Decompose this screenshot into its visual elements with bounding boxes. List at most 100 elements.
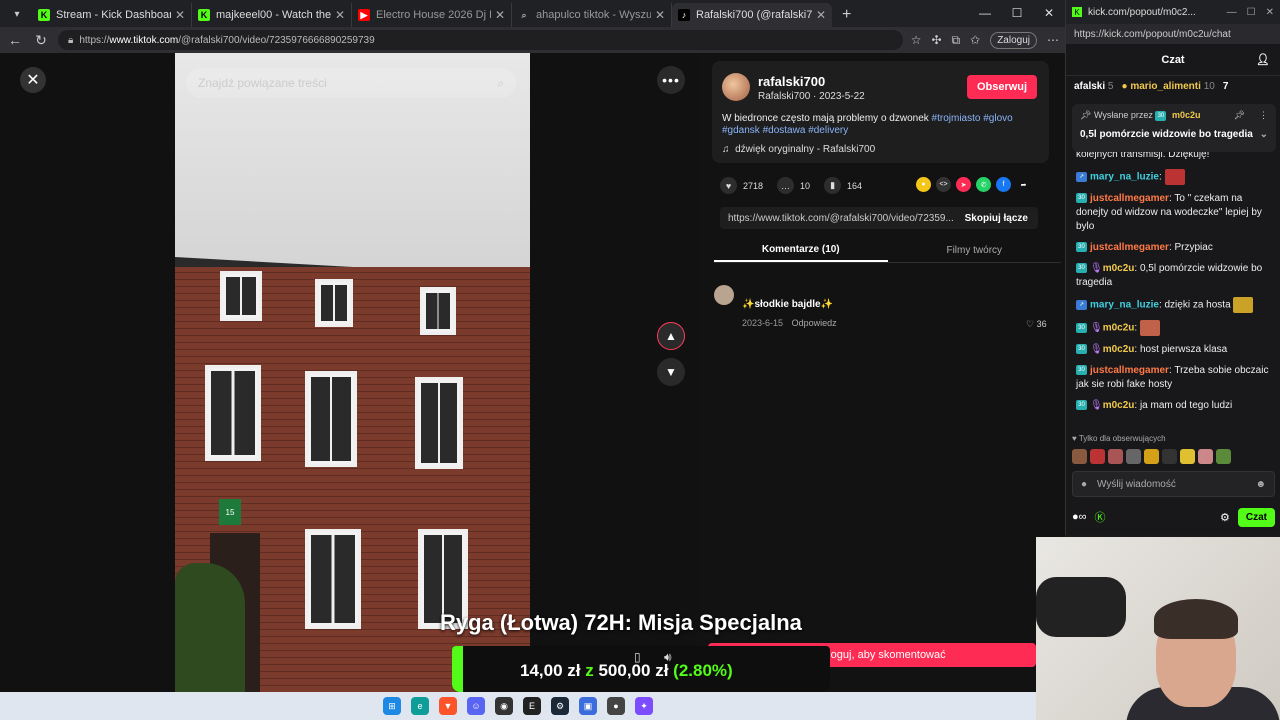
menu-dots-icon[interactable]: ⋯ xyxy=(1047,33,1059,47)
emoji-icon[interactable]: ☻ xyxy=(1255,479,1266,490)
reload-icon[interactable]: ↻ xyxy=(32,32,50,49)
whatsapp-icon[interactable]: ✆ xyxy=(976,177,991,192)
copy-link-button[interactable]: Skopiuj łącze xyxy=(955,213,1038,224)
chat-input[interactable]: ● Wyślij wiadomość ☻ xyxy=(1072,471,1275,497)
maximize-icon[interactable]: ☐ xyxy=(1247,7,1256,18)
close-video-button[interactable]: ✕ xyxy=(20,67,46,93)
back-icon[interactable]: ← xyxy=(6,32,24,48)
profile-login-button[interactable]: Zaloguj xyxy=(990,31,1037,49)
users-icon[interactable]: 👤︎ xyxy=(1256,53,1270,66)
video-link[interactable]: https://www.tiktok.com/@rafalski700/vide… xyxy=(728,213,955,224)
edge-icon[interactable]: e xyxy=(411,697,429,715)
favorites-icon[interactable]: ✩ xyxy=(970,33,980,47)
comment-like[interactable]: ♡ 36 xyxy=(1026,319,1047,330)
coin-icon[interactable]: ● xyxy=(916,177,931,192)
bookmark-star-icon[interactable]: ☆ xyxy=(911,33,922,47)
windows-start-icon[interactable]: ⊞ xyxy=(383,697,401,715)
comment-stat[interactable]: … 10 xyxy=(777,177,810,194)
new-tab-button[interactable]: + xyxy=(832,6,861,24)
chevron-down-icon[interactable]: ⌄ xyxy=(1260,129,1268,140)
gifter[interactable]: 7 xyxy=(1223,81,1229,92)
app-icon[interactable]: ✦ xyxy=(635,697,653,715)
kick-url-field[interactable]: https://kick.com/popout/m0c2u/chat xyxy=(1066,24,1280,44)
chat-send-button[interactable]: Czat xyxy=(1237,507,1275,527)
creator-username[interactable]: rafalski700 xyxy=(758,74,825,89)
maximize-icon[interactable]: ☐ xyxy=(1001,0,1033,26)
emote-icon[interactable] xyxy=(1198,449,1213,464)
steam-icon[interactable]: ⚙ xyxy=(551,697,569,715)
commenter-avatar[interactable] xyxy=(714,285,734,305)
previous-video-button[interactable]: ▲ xyxy=(657,322,685,350)
epic-games-icon[interactable]: E xyxy=(523,697,541,715)
url-field[interactable]: 🔒︎ https://www.tiktok.com/@rafalski700/v… xyxy=(58,30,903,50)
chat-username[interactable]: justcallmegamer xyxy=(1090,365,1169,376)
tab-youtube[interactable]: ▶ Electro House 2026 Dj Remix ✕ xyxy=(352,3,512,27)
emote-icon[interactable] xyxy=(1072,449,1087,464)
embed-icon[interactable]: <> xyxy=(936,177,951,192)
emote-icon[interactable] xyxy=(1162,449,1177,464)
gifter[interactable]: afalski 5 xyxy=(1074,81,1113,92)
gifter[interactable]: ● mario_alimenti 10 xyxy=(1121,81,1214,92)
extensions-icon[interactable]: ✣ xyxy=(931,33,941,47)
minimize-icon[interactable]: — xyxy=(1227,7,1237,18)
tab-comments[interactable]: Komentarze (10) xyxy=(714,239,888,262)
app-icon[interactable]: ◉ xyxy=(495,697,513,715)
tab-kick-vod[interactable]: K majkeeel00 - Watch the VOD on K ✕ xyxy=(192,3,352,27)
close-tab-icon[interactable]: ✕ xyxy=(175,8,185,22)
emote-icon[interactable] xyxy=(1126,449,1141,464)
chat-username[interactable]: mary_na_luzie xyxy=(1090,172,1159,183)
search-icon[interactable]: ⌕ xyxy=(497,76,504,91)
brave-icon[interactable]: ▼ xyxy=(439,697,457,715)
pin-icon[interactable]: 📌︎ xyxy=(1234,110,1245,121)
split-screen-icon[interactable]: ⧉ xyxy=(952,33,961,48)
reply-button[interactable]: Odpowiedz xyxy=(792,318,837,328)
send-icon[interactable]: ➤ xyxy=(956,177,971,192)
pinned-by-user[interactable]: m0c2u xyxy=(1172,110,1201,120)
chat-username[interactable]: m0c2u xyxy=(1103,263,1135,274)
hashtag[interactable]: #glovo xyxy=(983,113,1012,124)
chat-username[interactable]: m0c2u xyxy=(1103,344,1135,355)
close-tab-icon[interactable]: ✕ xyxy=(495,8,505,22)
hashtag[interactable]: #delivery xyxy=(808,125,848,136)
hashtag[interactable]: #trojmiasto xyxy=(932,113,981,124)
video-player[interactable]: 15 xyxy=(175,53,530,692)
hashtag[interactable]: #gdansk xyxy=(722,125,760,136)
tab-search[interactable]: ⌕ ahapulco tiktok - Wyszukaj ✕ xyxy=(512,3,672,27)
app-icon[interactable]: ▣ xyxy=(579,697,597,715)
close-tab-icon[interactable]: ✕ xyxy=(655,8,665,22)
close-tab-icon[interactable]: ✕ xyxy=(335,8,345,22)
tab-menu-button[interactable]: ▾ xyxy=(6,3,28,25)
emote-icon[interactable] xyxy=(1108,449,1123,464)
obs-icon[interactable]: ● xyxy=(607,697,625,715)
emote-icon[interactable] xyxy=(1090,449,1105,464)
settings-gear-icon[interactable]: ⚙ xyxy=(1220,511,1230,524)
follow-button[interactable]: Obserwuj xyxy=(967,75,1037,99)
like-stat[interactable]: ♥ 2718 xyxy=(720,177,763,194)
next-video-button[interactable]: ▼ xyxy=(657,358,685,386)
more-options-button[interactable]: ••• xyxy=(657,66,685,94)
chat-username[interactable]: justcallmegamer xyxy=(1090,242,1169,253)
chat-username[interactable]: justcallmegamer xyxy=(1090,193,1169,204)
tab-creator-videos[interactable]: Filmy twórcy xyxy=(888,239,1062,262)
hashtag[interactable]: #dostawa xyxy=(763,125,806,136)
save-stat[interactable]: ▮ 164 xyxy=(824,177,862,194)
chat-username[interactable]: m0c2u xyxy=(1103,323,1135,334)
facebook-icon[interactable]: f xyxy=(996,177,1011,192)
tab-kick-dashboard[interactable]: K Stream - Kick Dashboard ✕ xyxy=(32,3,192,27)
close-window-icon[interactable]: ✕ xyxy=(1266,7,1274,18)
kick-coin-icon[interactable]: Ⓚ xyxy=(1095,509,1106,525)
close-window-icon[interactable]: ✕ xyxy=(1033,0,1065,26)
points-icon[interactable]: ●∞ xyxy=(1072,511,1087,523)
minimize-icon[interactable]: — xyxy=(969,0,1001,26)
related-search-input[interactable]: Znajdź powiązane treści ⌕ xyxy=(186,68,516,98)
chat-username[interactable]: m0c2u xyxy=(1103,400,1135,411)
music-link[interactable]: ♫ dźwięk oryginalny - Rafalski700 xyxy=(722,144,875,155)
emote-icon[interactable] xyxy=(1180,449,1195,464)
emote-icon[interactable] xyxy=(1144,449,1159,464)
creator-avatar[interactable] xyxy=(722,73,750,101)
emote-icon[interactable] xyxy=(1216,449,1231,464)
close-tab-icon[interactable]: ✕ xyxy=(816,8,826,22)
more-options-icon[interactable]: ⋮ xyxy=(1259,110,1268,121)
tab-tiktok[interactable]: ♪ Rafalski700 (@rafalski700) | Ti ✕ xyxy=(672,3,832,27)
share-arrow-icon[interactable]: ➦ xyxy=(1016,177,1031,192)
